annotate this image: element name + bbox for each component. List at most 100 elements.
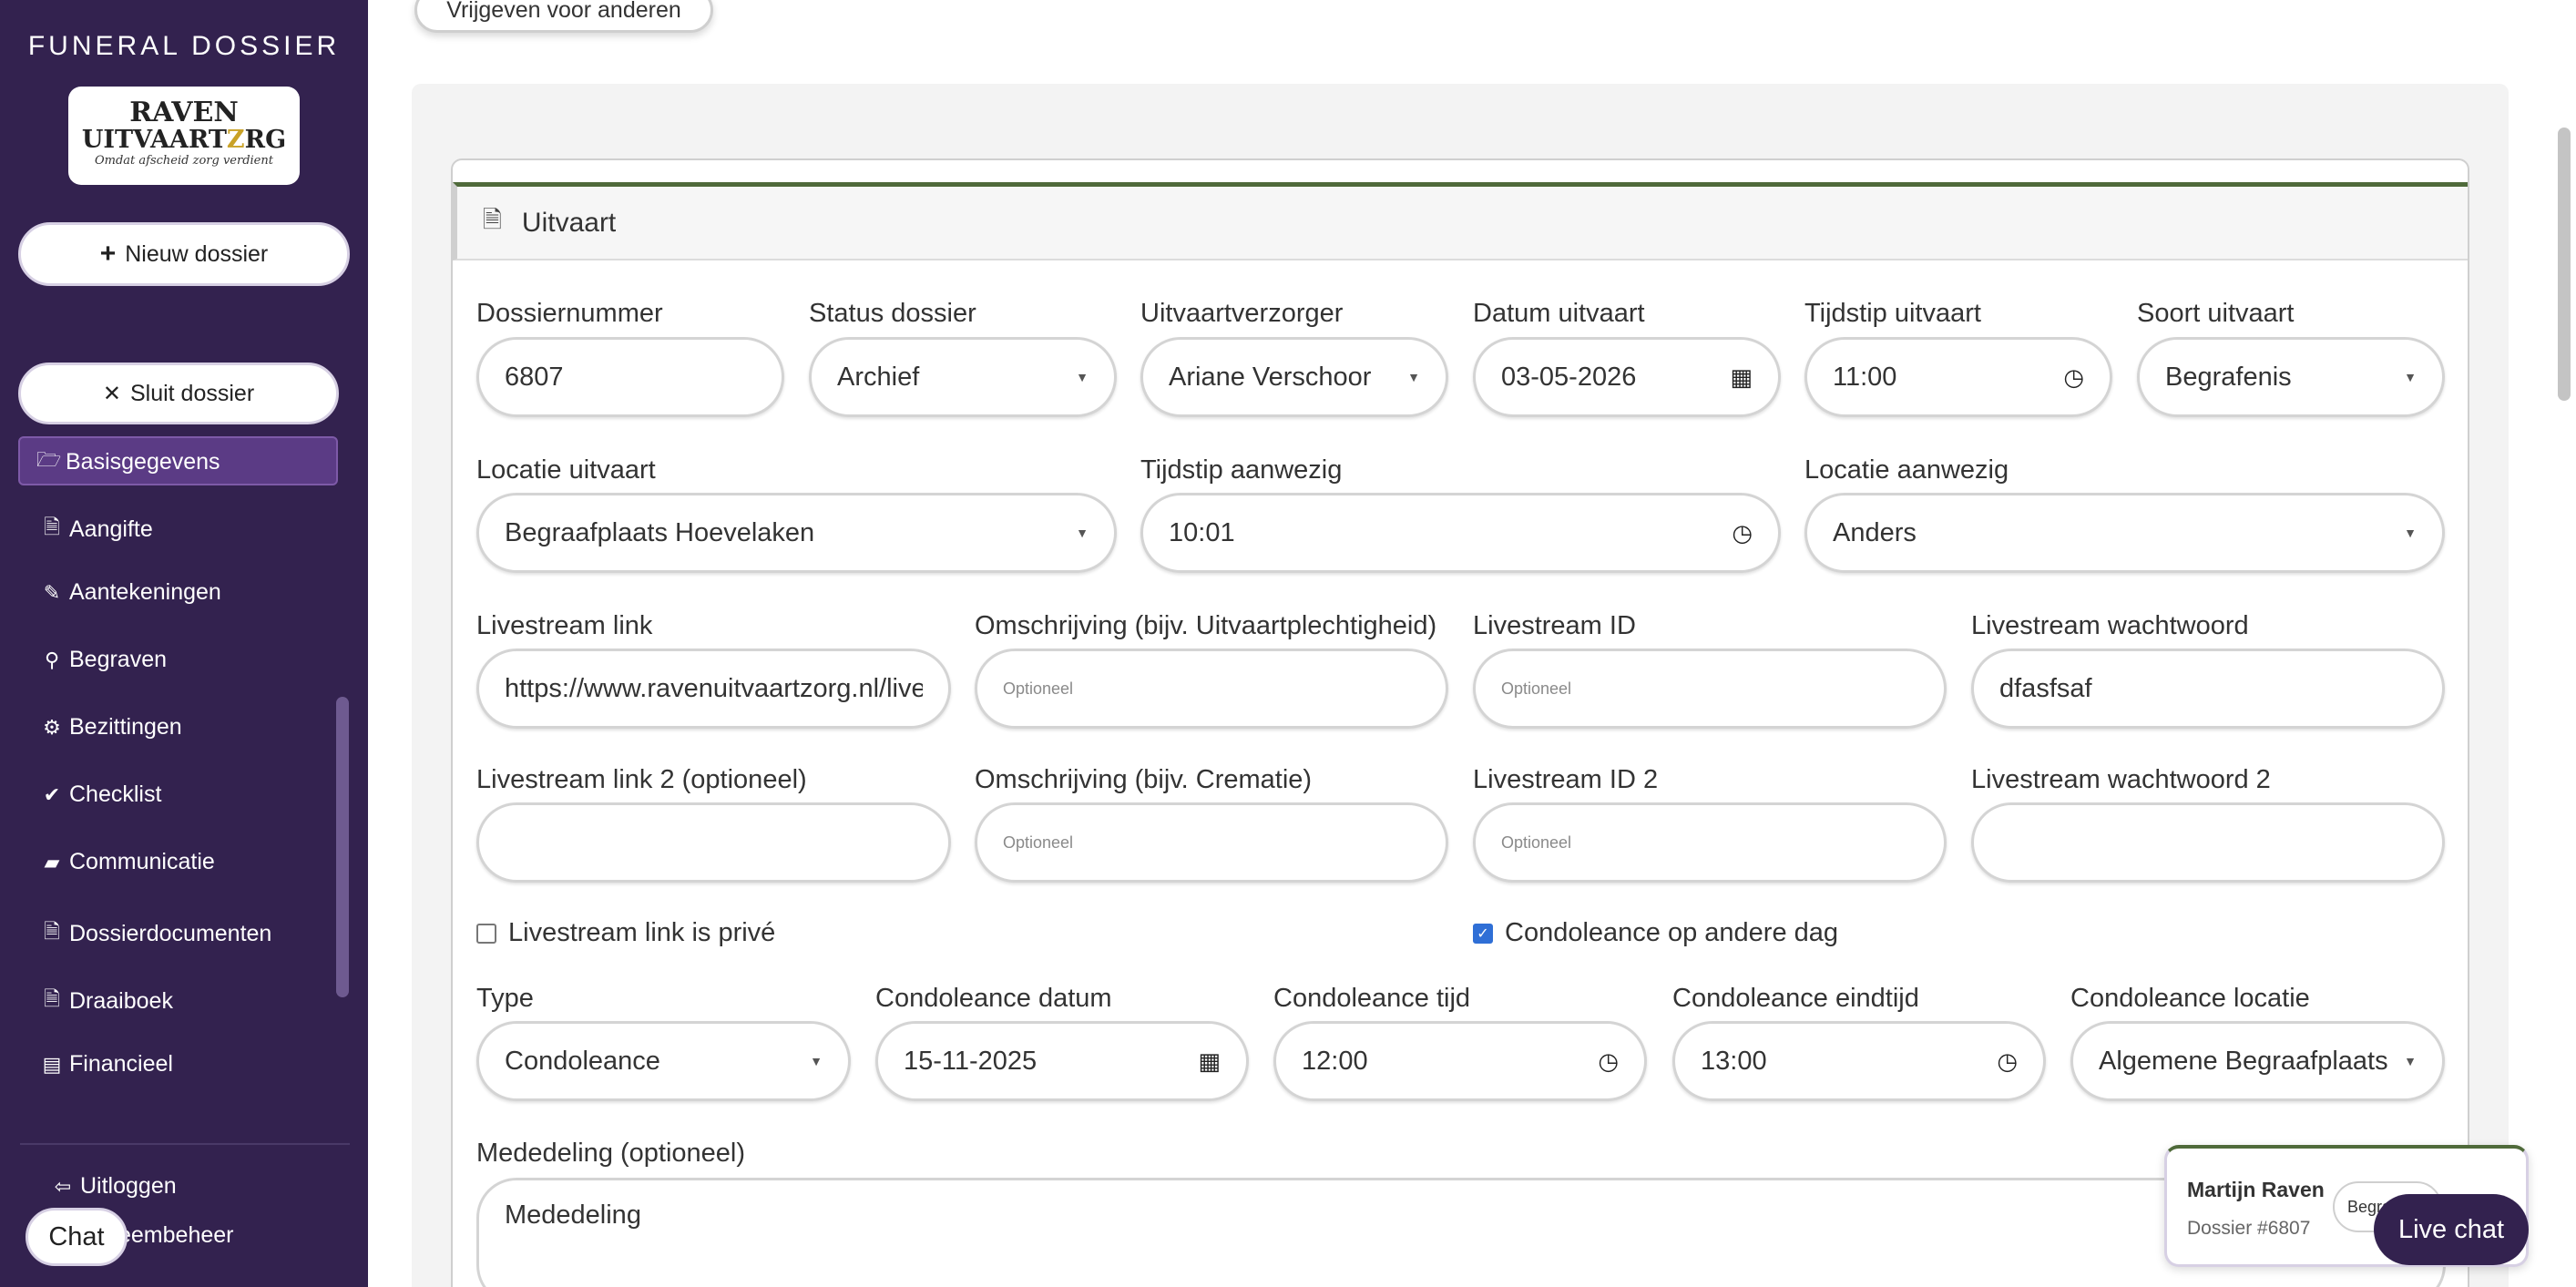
condoleance-tijd-label: Condoleance tijd	[1273, 984, 1471, 1013]
calendar-icon[interactable]: ▦	[1730, 363, 1753, 392]
livestream-omschrijving2-input[interactable]: Optioneel	[975, 802, 1448, 883]
soort-label: Soort uitvaart	[2137, 299, 2295, 328]
chevron-down-icon: ▼	[2404, 526, 2417, 540]
sidebar-item-label: Communicatie	[69, 849, 215, 874]
livestream-link-label: Livestream link	[476, 611, 653, 640]
condoleance-eindtijd-label: Condoleance eindtijd	[1672, 984, 1919, 1013]
clock-icon[interactable]: ◷	[1732, 519, 1753, 547]
sidebar-item-checklist[interactable]: ✔ Checklist	[40, 781, 162, 808]
sidebar-divider	[20, 1143, 350, 1145]
money-icon: ▤	[42, 1052, 62, 1076]
condoleance-datum-label: Condoleance datum	[875, 984, 1112, 1013]
page-scrollbar[interactable]	[2558, 128, 2571, 401]
datum-label: Datum uitvaart	[1473, 299, 1645, 328]
sidebar-item-label: Basisgegevens	[66, 448, 220, 475]
sidebar-item-begraven[interactable]: ⚲ Begraven	[40, 647, 167, 673]
condoleance-andere-dag-checkbox[interactable]: ✓	[1473, 924, 1493, 944]
close-dossier-label: Sluit dossier	[129, 380, 255, 406]
section-title: Uitvaart	[521, 207, 617, 238]
app-brand: FUNERAL DOSSIER	[27, 31, 341, 61]
aanwezig-locatie-label: Locatie aanwezig	[1804, 455, 2009, 485]
aanwezig-locatie-select[interactable]: Anders ▼	[1804, 493, 2445, 573]
file-icon: 🗎	[44, 920, 60, 943]
calendar-icon[interactable]: ▦	[1198, 1047, 1221, 1076]
livestream-prive-checkbox[interactable]	[476, 924, 496, 944]
close-icon: ✕	[102, 381, 121, 406]
mededeling-textarea[interactable]: Mededeling	[476, 1178, 2446, 1287]
file-icon: 🗎	[44, 987, 60, 1010]
chevron-down-icon: ▼	[1076, 526, 1089, 540]
system-management-link[interactable]: eembeheer	[118, 1222, 233, 1249]
livestream-wachtwoord2-label: Livestream wachtwoord 2	[1971, 765, 2271, 794]
dossiernummer-label: Dossiernummer	[476, 299, 663, 328]
new-dossier-button[interactable]: + Nieuw dossier	[18, 222, 350, 286]
aanwezig-tijd-field[interactable]: 10:01 ◷	[1140, 493, 1781, 573]
livestream-id-label: Livestream ID	[1473, 611, 1636, 640]
livestream-link-input[interactable]: https://www.ravenuitvaartzorg.nl/live	[476, 649, 951, 729]
close-dossier-button[interactable]: ✕ Sluit dossier	[18, 363, 339, 424]
dossiernummer-field[interactable]: 6807	[476, 337, 784, 417]
livestream-wachtwoord2-input[interactable]	[1971, 802, 2445, 883]
condoleance-andere-dag-label: Condoleance op andere dag	[1505, 918, 1839, 947]
logo-tagline: Omdat afscheid zorg verdient	[95, 154, 273, 168]
chat-bubble-icon: ▰	[44, 850, 60, 873]
datum-field[interactable]: 03-05-2026 ▦	[1473, 337, 1781, 417]
logout-label: Uitloggen	[80, 1173, 177, 1199]
sidebar-item-aantekeningen[interactable]: ✎ Aantekeningen	[40, 579, 221, 606]
sidebar-item-label: Begraven	[69, 647, 168, 672]
map-pin-icon: ⚲	[44, 648, 60, 671]
sidebar-item-label: Financieel	[69, 1051, 173, 1077]
livestream-link2-label: Livestream link 2 (optioneel)	[476, 765, 807, 794]
clock-icon[interactable]: ◷	[1997, 1047, 2018, 1076]
sidebar-item-communicatie[interactable]: ▰ Communicatie	[40, 849, 215, 875]
sidebar: FUNERAL DOSSIER RAVEN UITVAARTZRG Omdat …	[0, 0, 368, 1287]
clock-icon[interactable]: ◷	[2063, 363, 2084, 392]
check-circle-icon: ✔	[43, 782, 61, 806]
sidebar-item-financieel[interactable]: ▤ Financieel	[40, 1051, 173, 1078]
sidebar-item-dossierdocumenten[interactable]: 🗎 Dossierdocumenten	[40, 916, 271, 951]
livestream-id2-input[interactable]: Optioneel	[1473, 802, 1947, 883]
chevron-down-icon: ▼	[2404, 1054, 2417, 1068]
sidebar-item-bezittingen[interactable]: ⚙ Bezittingen	[40, 714, 182, 741]
sidebar-item-draaiboek[interactable]: 🗎 Draaiboek	[40, 984, 173, 1018]
livestream-wachtwoord-input[interactable]: dfasfsaf	[1971, 649, 2445, 729]
plus-icon: +	[99, 239, 117, 269]
status-select[interactable]: Archief ▼	[809, 337, 1117, 417]
livestream-wachtwoord-label: Livestream wachtwoord	[1971, 611, 2249, 640]
sidebar-scrollbar[interactable]	[336, 697, 349, 997]
company-logo: RAVEN UITVAARTZRG Omdat afscheid zorg ve…	[68, 87, 300, 185]
type-select[interactable]: Condoleance ▼	[476, 1021, 851, 1101]
live-chat-button[interactable]: Live chat	[2374, 1194, 2529, 1265]
logo-line-2: UITVAARTZRG	[81, 126, 287, 154]
sidebar-item-label: Draaiboek	[69, 987, 173, 1014]
type-label: Type	[476, 984, 534, 1013]
locatie-select[interactable]: Begraafplaats Hoevelaken ▼	[476, 493, 1117, 573]
chevron-down-icon: ▼	[1076, 370, 1089, 384]
livestream-omschrijving-label: Omschrijving (bijv. Uitvaartplechtigheid…	[975, 611, 1437, 640]
condoleance-locatie-select[interactable]: Algemene Begraafplaats ▼	[2070, 1021, 2445, 1101]
livestream-link2-input[interactable]	[476, 802, 951, 883]
tijdstip-label: Tijdstip uitvaart	[1804, 299, 1981, 328]
sidebar-item-aangifte[interactable]: 🗎 Aangifte	[40, 512, 153, 546]
release-for-others-button[interactable]: Vrijgeven voor anderen	[414, 0, 713, 33]
sidebar-item-basisgegevens[interactable]: 🗁 Basisgegevens	[36, 444, 220, 479]
livestream-omschrijving-input[interactable]: Optioneel	[975, 649, 1448, 729]
livestream-id-input[interactable]: Optioneel	[1473, 649, 1947, 729]
chat-contact-name: Martijn Raven	[2187, 1178, 2325, 1201]
chat-button[interactable]: Chat	[26, 1208, 128, 1266]
system-management-label: eembeheer	[118, 1222, 234, 1248]
aanwezig-tijd-label: Tijdstip aanwezig	[1140, 455, 1343, 485]
condoleance-eindtijd-field[interactable]: 13:00 ◷	[1672, 1021, 2046, 1101]
condoleance-tijd-field[interactable]: 12:00 ◷	[1273, 1021, 1647, 1101]
sidebar-item-label: Bezittingen	[69, 714, 182, 740]
condoleance-datum-field[interactable]: 15-11-2025 ▦	[875, 1021, 1249, 1101]
file-icon: 🗎	[44, 516, 60, 538]
tijdstip-field[interactable]: 11:00 ◷	[1804, 337, 2112, 417]
soort-select[interactable]: Begrafenis ▼	[2137, 337, 2445, 417]
livestream-omschrijving2-label: Omschrijving (bijv. Crematie)	[975, 765, 1313, 794]
logout-icon: ⇦	[54, 1174, 72, 1198]
logout-link[interactable]: ⇦ Uitloggen	[51, 1173, 177, 1200]
folder-open-icon: 🗁	[36, 448, 62, 471]
verzorger-select[interactable]: Ariane Verschoor ▼	[1140, 337, 1448, 417]
clock-icon[interactable]: ◷	[1598, 1047, 1619, 1076]
